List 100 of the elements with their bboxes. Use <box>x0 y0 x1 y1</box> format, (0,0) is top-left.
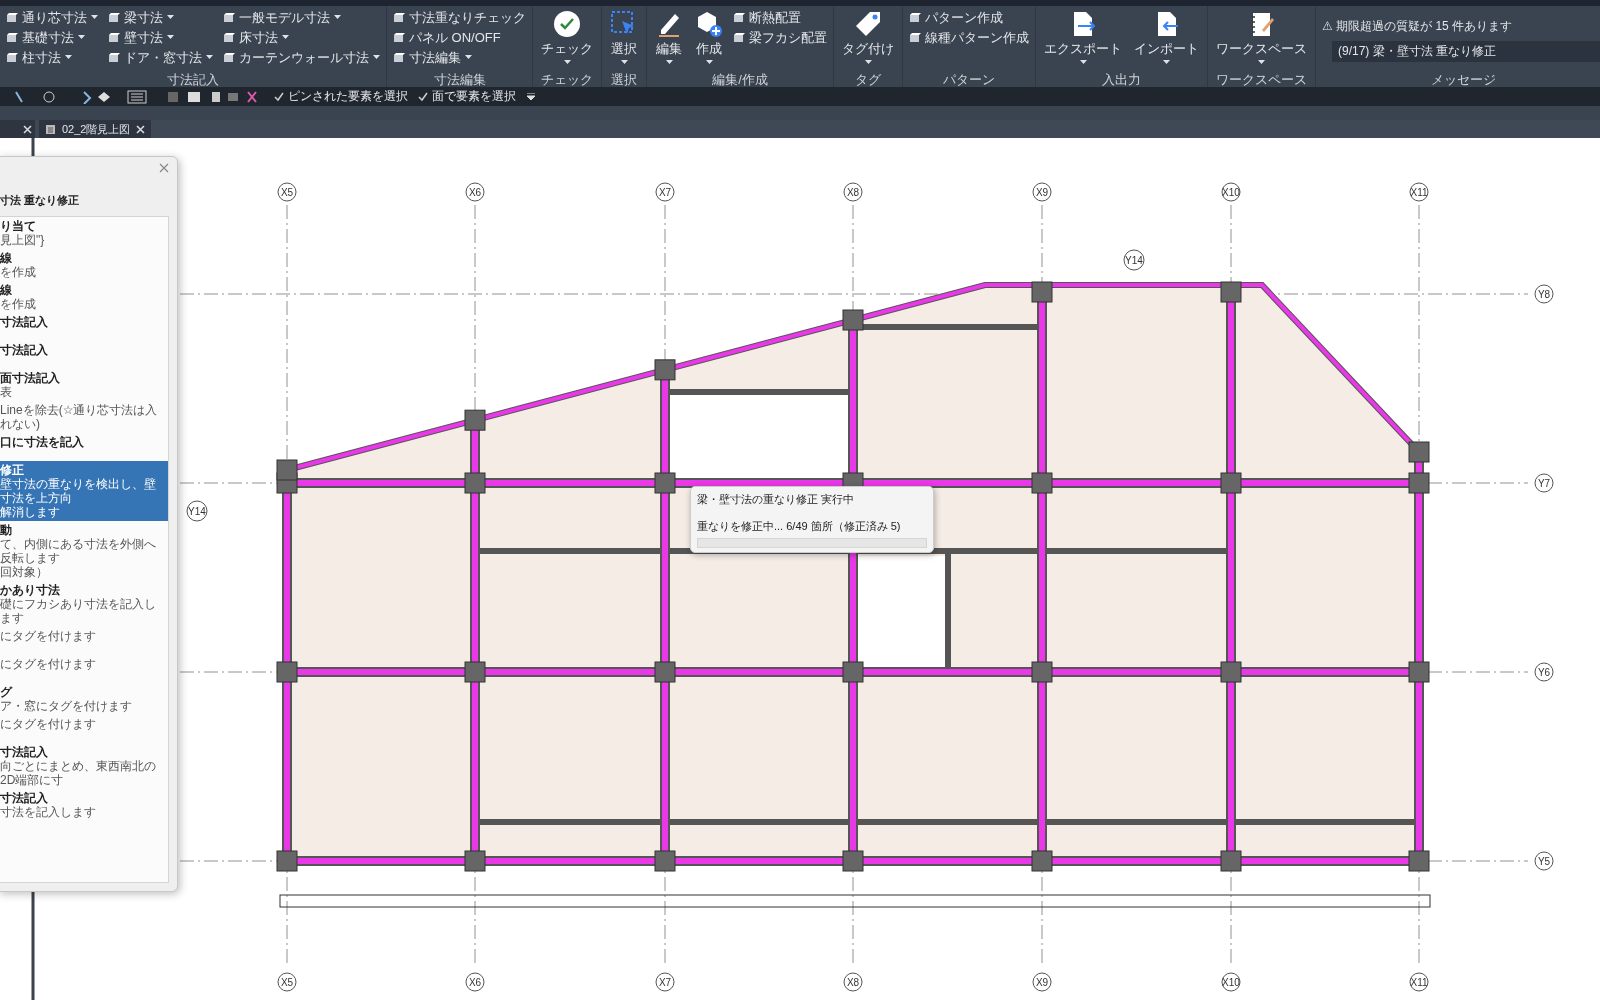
step-description: を作成 <box>0 297 37 311</box>
grid-bubble: X10 <box>1221 972 1241 992</box>
step-item[interactable]: Lineを除去(☆通り芯寸法は入れない) <box>0 401 168 433</box>
toggle-button[interactable]: ピンされた要素を選択 <box>274 88 408 106</box>
step-description: 解消します <box>0 505 61 519</box>
step-description: を作成 <box>0 265 37 279</box>
step-item[interactable]: 修正 壁寸法の重なりを検出し、壁寸法を上方向 解消します <box>0 461 168 521</box>
ribbon-button[interactable]: 梁フカシ配置 <box>733 27 827 48</box>
grid-bubble: X9 <box>1032 972 1052 992</box>
ribbon-button[interactable]: パネル ON/OFF <box>393 27 526 48</box>
dropdown-icon[interactable] <box>526 92 536 101</box>
block-icon <box>393 51 405 64</box>
tag-icon <box>854 9 882 38</box>
ribbon-button[interactable]: 編集 <box>653 7 685 65</box>
grid-bubble: Y14 <box>1123 249 1145 271</box>
ribbon-button[interactable]: 壁寸法 <box>108 27 213 48</box>
step-item[interactable]: 面寸法記入 表 <box>0 369 168 401</box>
ribbon-button[interactable]: 床寸法 <box>223 27 380 48</box>
ribbon-button[interactable]: 通り芯寸法 <box>6 7 98 28</box>
step-title: 線 <box>0 251 12 265</box>
ribbon-button[interactable]: 断熱配置 <box>733 7 827 28</box>
ribbon-button[interactable]: パターン作成 <box>909 7 1029 28</box>
step-description: 向ごとにまとめ、東西南北の2D端部に寸 <box>0 759 157 787</box>
ribbon-button[interactable]: 作成 <box>693 7 725 65</box>
warning-message: ⚠ 期限超過の質疑が 15 件あります <box>1322 17 1514 35</box>
block-icon <box>733 11 745 24</box>
ribbon-group-label: 入出力 <box>1101 70 1142 87</box>
step-item[interactable]: 口に寸法を記入 <box>0 433 168 461</box>
block-icon <box>223 31 235 44</box>
step-title: 口に寸法を記入 <box>0 435 85 449</box>
step-title: 修正 <box>0 463 25 477</box>
block-icon <box>223 11 235 24</box>
step-item[interactable]: グ ア・窓にタグを付けます <box>0 683 168 715</box>
ribbon-button[interactable]: ドア・窓寸法 <box>108 47 213 68</box>
step-item[interactable]: にタグを付けます <box>0 627 168 655</box>
document-icon <box>45 123 56 135</box>
step-title: 寸法記入 <box>0 315 49 329</box>
ribbon-group-label: パターン <box>942 70 996 87</box>
step-item[interactable]: 寸法記入 向ごとにまとめ、東西南北の2D端部に寸 <box>0 743 168 789</box>
ribbon-button[interactable]: ワークスペース <box>1214 7 1309 65</box>
ribbon-button[interactable]: 柱寸法 <box>6 47 98 68</box>
step-item[interactable]: 線 を作成 <box>0 249 168 281</box>
block-icon <box>223 51 235 64</box>
step-item[interactable]: 寸法記入 寸法を記入します <box>0 789 168 821</box>
grid-bubble: Y5 <box>1534 851 1554 871</box>
grid-bubble: X11 <box>1409 972 1429 992</box>
toggle-button[interactable]: 面で要素を選択 <box>418 88 516 106</box>
step-item[interactable]: 寸法記入 <box>0 341 168 369</box>
block-icon <box>6 51 18 64</box>
ribbon-button[interactable]: 線種パターン作成 <box>909 27 1029 48</box>
ribbon-group-label: 寸法編集 <box>432 70 487 87</box>
grid-bubble: X8 <box>843 182 863 202</box>
message-field: (9/17) 梁・壁寸法 重なり修正 <box>1332 40 1600 62</box>
ribbon-group-label: 寸法記入 <box>166 70 220 87</box>
step-description: 見上図"} <box>0 233 46 247</box>
grid-bubble: Y8 <box>1534 284 1554 304</box>
block-icon <box>909 31 921 44</box>
grid-bubble: X6 <box>465 182 485 202</box>
block-icon <box>108 51 120 64</box>
ribbon-button[interactable]: エクスポート <box>1042 7 1124 65</box>
step-description: にタグを付けます <box>0 657 97 671</box>
block-icon <box>909 11 921 24</box>
ribbon-group-label: タグ <box>854 70 882 87</box>
grid-bubble: X7 <box>655 182 675 202</box>
step-description: 回対象） <box>0 565 49 579</box>
ribbon-button[interactable]: 寸法編集 <box>393 47 526 68</box>
step-title: かあり寸法 <box>0 583 61 597</box>
grid-bubble: X6 <box>465 972 485 992</box>
block-icon <box>6 31 18 44</box>
step-description: て、内側にある寸法を外側へ反転します <box>0 537 157 565</box>
grid-bubble: X5 <box>277 182 297 202</box>
step-item[interactable]: にタグを付けます <box>0 655 168 683</box>
step-item[interactable]: 寸法記入 <box>0 313 168 341</box>
check-circle-icon <box>553 9 581 38</box>
ribbon-button[interactable]: 基礎寸法 <box>6 27 98 48</box>
ribbon-button[interactable]: カーテンウォール寸法 <box>223 47 380 68</box>
grid-bubble: Y6 <box>1534 662 1554 682</box>
block-icon <box>108 31 120 44</box>
block-icon <box>393 11 405 24</box>
step-item[interactable]: かあり寸法 礎にフカシあり寸法を記入します <box>0 581 168 627</box>
cube-plus-icon <box>695 9 723 38</box>
step-description: 礎にフカシあり寸法を記入します <box>0 597 157 625</box>
step-item[interactable]: にタグを付けます <box>0 715 168 743</box>
ribbon-button[interactable]: インポート <box>1132 7 1201 65</box>
step-item[interactable]: 線 を作成 <box>0 281 168 313</box>
block-icon <box>393 31 405 44</box>
ribbon-group-label: チェック <box>540 70 594 87</box>
ribbon-button[interactable]: 梁寸法 <box>108 7 213 28</box>
document-tab[interactable]: 02_2階見上図 <box>39 120 152 138</box>
ribbon-button[interactable]: チェック <box>539 7 595 65</box>
ribbon-button[interactable]: 選択 <box>608 7 640 65</box>
step-item[interactable]: 動 て、内側にある寸法を外側へ反転します 回対象） <box>0 521 168 581</box>
dialog-title: 梁・壁寸法の重なり修正 実行中 <box>697 492 856 507</box>
grid-bubble: X7 <box>655 972 675 992</box>
progress-status: 重なりを修正中... 6/49 箇所（修正済み 5) <box>697 519 902 534</box>
step-description: 寸法を記入します <box>0 805 97 819</box>
ribbon-button[interactable]: 一般モデル寸法 <box>223 7 380 28</box>
ribbon-button[interactable]: タグ付け <box>840 7 896 65</box>
ribbon-button[interactable]: 寸法重なりチェック <box>393 7 526 28</box>
step-item[interactable]: り当て 見上図"} <box>0 217 168 249</box>
